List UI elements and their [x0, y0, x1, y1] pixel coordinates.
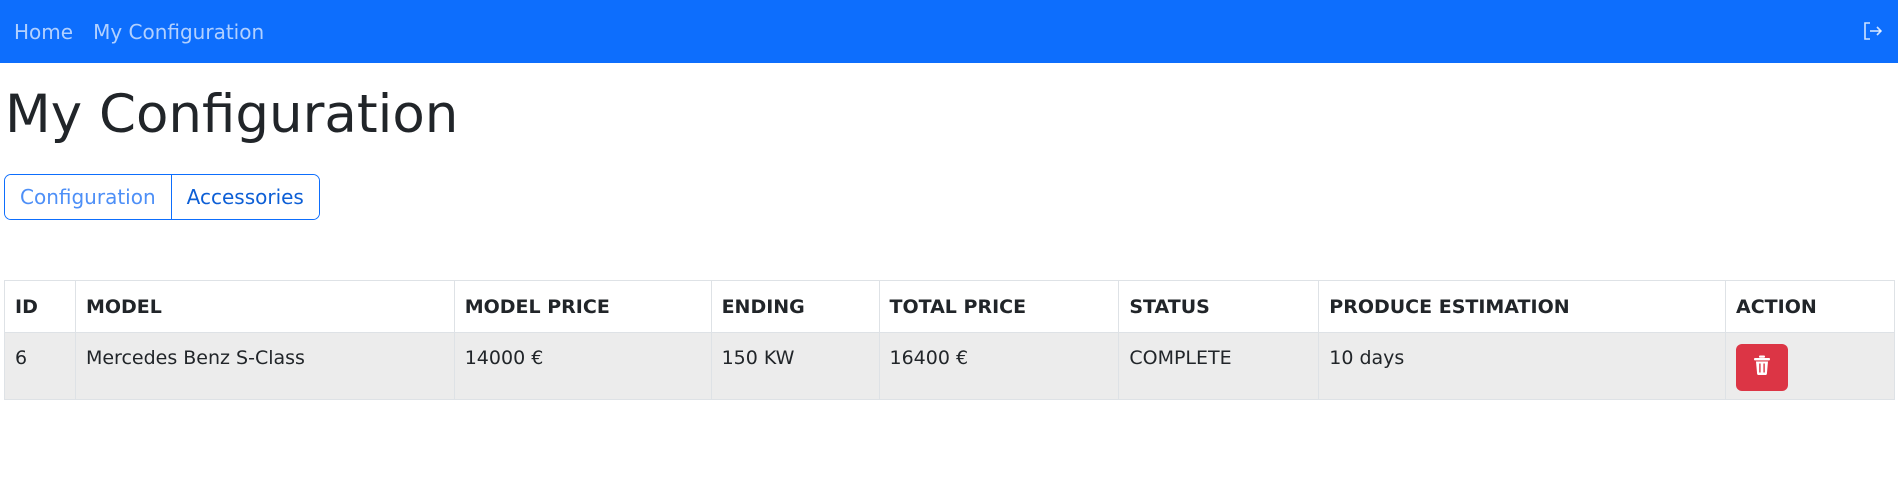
- header-total-price: TOTAL PRICE: [878, 280, 1120, 333]
- cell-model-price: 14000 €: [453, 332, 712, 400]
- table-header-row: ID MODEL MODEL PRICE ENDING TOTAL PRICE …: [4, 280, 1895, 333]
- tab-configuration[interactable]: Configuration: [5, 175, 171, 219]
- cell-action: [1725, 332, 1895, 400]
- cell-total-price: 16400 €: [878, 332, 1120, 400]
- trash-icon: [1753, 355, 1771, 380]
- header-model-price: MODEL PRICE: [453, 280, 712, 333]
- header-status: STATUS: [1118, 280, 1320, 333]
- tab-group: Configuration Accessories: [4, 174, 320, 220]
- cell-ending: 150 KW: [710, 332, 880, 400]
- configuration-table: ID MODEL MODEL PRICE ENDING TOTAL PRICE …: [4, 280, 1895, 400]
- delete-button[interactable]: [1736, 344, 1789, 391]
- header-action: ACTION: [1725, 280, 1895, 333]
- header-produce-estimation: PRODUCE ESTIMATION: [1318, 280, 1727, 333]
- cell-model: Mercedes Benz S-Class: [74, 332, 455, 400]
- table-row: 6 Mercedes Benz S-Class 14000 € 150 KW 1…: [4, 332, 1895, 400]
- cell-produce-estimation: 10 days: [1318, 332, 1727, 400]
- nav-my-configuration-link[interactable]: My Configuration: [93, 20, 264, 44]
- header-model: MODEL: [74, 280, 455, 333]
- header-id: ID: [4, 280, 76, 333]
- cell-id: 6: [4, 332, 76, 400]
- tab-accessories[interactable]: Accessories: [170, 175, 319, 219]
- header-ending: ENDING: [710, 280, 880, 333]
- cell-status: COMPLETE: [1118, 332, 1320, 400]
- logout-icon[interactable]: [1860, 19, 1884, 43]
- page-title: My Configuration: [5, 84, 459, 145]
- top-navbar: Home My Configuration: [0, 0, 1898, 63]
- nav-home-link[interactable]: Home: [14, 20, 73, 44]
